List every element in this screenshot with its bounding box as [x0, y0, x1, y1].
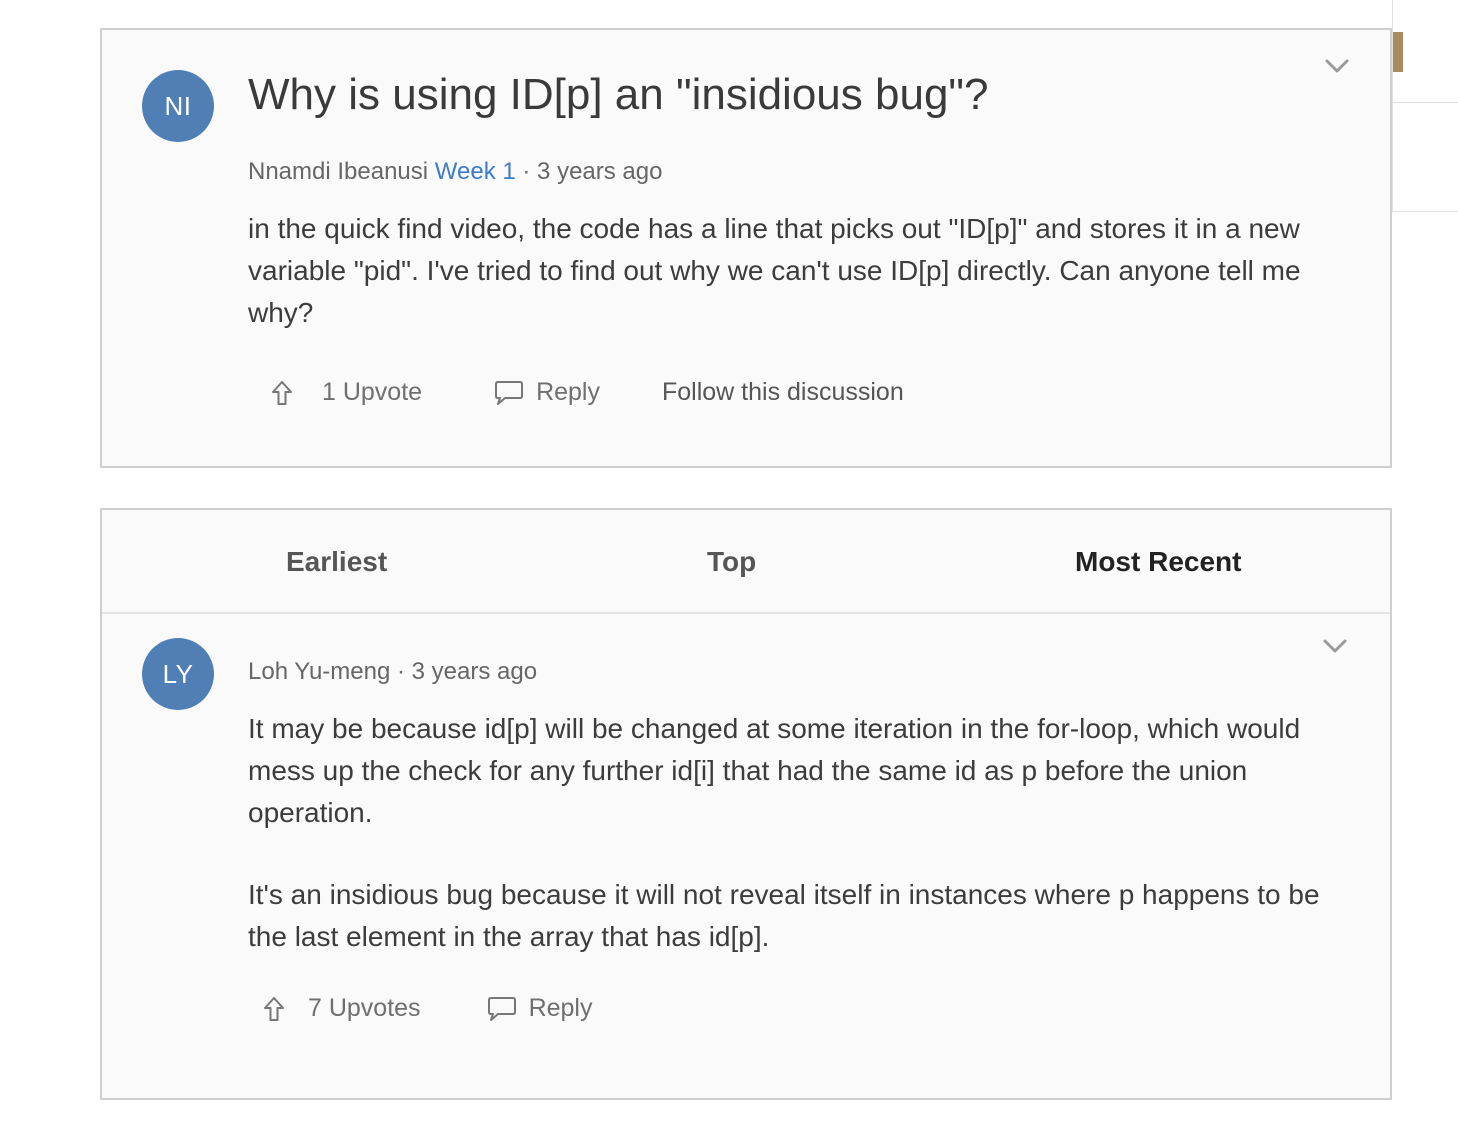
question-card: NI Why is using ID[p] an "insidious bug"… — [100, 28, 1392, 468]
side-panel-accent — [1393, 32, 1403, 72]
avatar-initials: NI — [164, 90, 192, 121]
side-panel-divider — [1393, 102, 1458, 103]
chevron-down-icon[interactable] — [1324, 58, 1350, 74]
upvote-arrow-icon — [272, 380, 292, 405]
speech-bubble-icon — [487, 996, 516, 1021]
answer-paragraph-1: It may be because id[p] will be changed … — [248, 713, 1301, 828]
side-panel-edge — [1392, 0, 1458, 212]
author-name[interactable]: Nnamdi Ibeanusi — [248, 158, 428, 185]
week-link[interactable]: Week 1 — [435, 158, 516, 185]
question-title: Why is using ID[p] an "insidious bug"? — [248, 70, 989, 119]
reply-label: Reply — [536, 378, 600, 406]
question-body: in the quick find video, the code has a … — [248, 213, 1301, 328]
chevron-down-icon[interactable] — [1322, 638, 1348, 654]
upvote-button[interactable]: 7 Upvotes — [262, 994, 421, 1023]
avatar[interactable]: LY — [142, 638, 214, 710]
upvote-arrow-icon — [264, 996, 284, 1021]
reply-button[interactable]: Reply — [494, 378, 600, 407]
avatar[interactable]: NI — [142, 70, 214, 142]
question-meta: Nnamdi Ibeanusi Week 1 · 3 years ago — [248, 158, 662, 186]
avatar-initials: LY — [162, 658, 194, 689]
tab-top[interactable]: Top — [707, 546, 756, 578]
tab-most-recent[interactable]: Most Recent — [1075, 546, 1241, 578]
question-actions: 1 Upvote Reply Follow this discussion — [270, 378, 904, 407]
reply-button[interactable]: Reply — [487, 994, 593, 1023]
answer-paragraph-2: It's an insidious bug because it will no… — [248, 879, 1320, 952]
tab-earliest[interactable]: Earliest — [286, 546, 387, 578]
answer-meta: Loh Yu-meng · 3 years ago — [248, 658, 538, 685]
answers-card: Earliest Top Most Recent LY Loh Yu-meng … — [100, 508, 1392, 1100]
sort-tabs: Earliest Top Most Recent — [102, 510, 1390, 614]
upvote-count: 7 Upvotes — [308, 994, 421, 1022]
upvote-button[interactable]: 1 Upvote — [270, 378, 422, 407]
answer-actions: 7 Upvotes Reply — [262, 994, 592, 1023]
reply-label: Reply — [528, 994, 593, 1022]
follow-discussion-link[interactable]: Follow this discussion — [662, 378, 904, 407]
follow-label: Follow this discussion — [661, 378, 904, 406]
speech-bubble-icon — [495, 380, 524, 405]
upvote-count: 1 Upvote — [322, 378, 423, 406]
post-time: · 3 years ago — [522, 158, 663, 185]
